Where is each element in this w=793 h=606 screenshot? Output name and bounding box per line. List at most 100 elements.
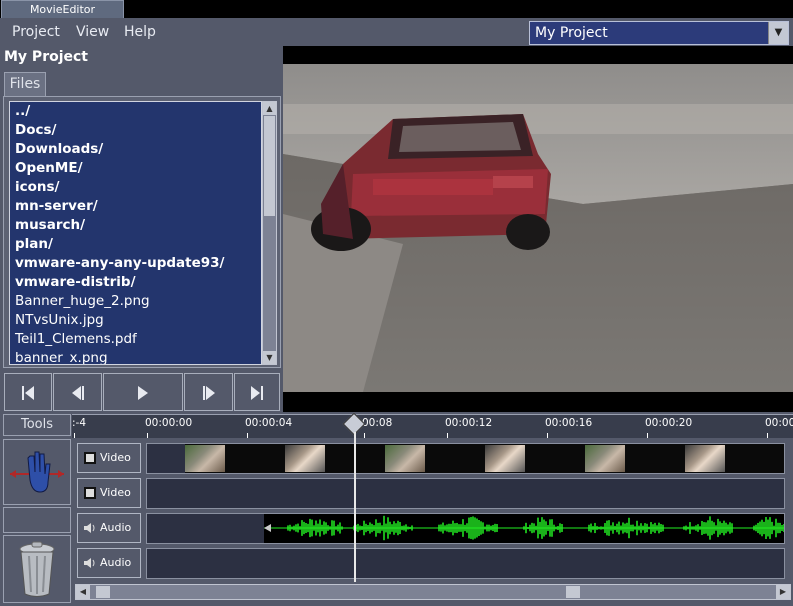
project-selector[interactable]: My Project ▼ xyxy=(529,21,789,45)
ruler-tick xyxy=(247,433,248,438)
video-clip[interactable] xyxy=(185,444,784,473)
folder-item[interactable]: mn-server/ xyxy=(10,197,261,216)
skip-to-start-button[interactable] xyxy=(4,373,52,411)
menu-view[interactable]: View xyxy=(76,24,109,40)
track-video-2-button[interactable]: Video xyxy=(77,478,141,508)
timeline-ruler[interactable]: :-4 00:00:00 00:00:04 00:08 00:00:12 00:00:16… xyxy=(72,414,793,438)
scroll-right-icon[interactable]: ▶ xyxy=(776,585,790,599)
step-forward-icon xyxy=(202,386,215,400)
track-label: Video xyxy=(100,486,131,499)
playhead-line xyxy=(354,432,356,582)
track-label: Audio xyxy=(100,556,132,569)
film-icon xyxy=(84,452,96,464)
transport-controls xyxy=(0,370,283,412)
folder-item[interactable]: Downloads/ xyxy=(10,140,261,159)
ruler-tick-label: 00:00:2 xyxy=(765,417,793,429)
file-item[interactable]: NTvsUnix.jpg xyxy=(10,311,261,330)
tab-files[interactable]: Files xyxy=(4,72,46,96)
scroll-down-icon[interactable]: ▼ xyxy=(263,351,276,364)
trash-button[interactable] xyxy=(3,535,71,603)
tools-label: Tools xyxy=(3,414,71,436)
folder-item[interactable]: icons/ xyxy=(10,178,261,197)
audio-clip-waveform[interactable] xyxy=(264,514,785,543)
speaker-icon xyxy=(84,523,95,533)
ruler-tick-label: :-4 xyxy=(72,417,87,429)
file-list-scrollbar[interactable]: ▲ ▼ xyxy=(262,101,277,365)
clip-start-icon xyxy=(264,524,271,532)
track-audio-1-button[interactable]: Audio xyxy=(77,513,141,543)
scrollbar-thumb[interactable] xyxy=(566,586,580,598)
folder-item[interactable]: musarch/ xyxy=(10,216,261,235)
file-browser: ../Docs/Downloads/OpenME/icons/mn-server… xyxy=(3,96,281,368)
project-selector-value: My Project xyxy=(535,25,608,41)
track-label: Video xyxy=(100,451,131,464)
ruler-tick xyxy=(547,433,548,438)
skip-to-end-button[interactable] xyxy=(234,373,280,411)
folder-item[interactable]: vmware-any-any-update93/ xyxy=(10,254,261,273)
ruler-tick-label: 00:00:20 xyxy=(645,417,693,429)
video-thumbnail xyxy=(285,445,325,472)
track-label: Audio xyxy=(100,521,132,534)
ruler-tick xyxy=(647,433,648,438)
video-thumbnail xyxy=(585,445,625,472)
folder-item[interactable]: vmware-distrib/ xyxy=(10,273,261,292)
play-button[interactable] xyxy=(103,373,183,411)
race-car-image xyxy=(283,64,793,392)
scrollbar-thumb[interactable] xyxy=(96,586,110,598)
chevron-down-icon[interactable]: ▼ xyxy=(768,22,788,44)
film-icon xyxy=(84,487,96,499)
ruler-tick xyxy=(74,433,75,438)
play-icon xyxy=(138,386,148,400)
ruler-tick-label: 00:00:00 xyxy=(145,417,193,429)
folder-item[interactable]: ../ xyxy=(10,102,261,121)
track-video-1-button[interactable]: Video xyxy=(77,443,141,473)
step-forward-button[interactable] xyxy=(184,373,233,411)
step-back-icon xyxy=(71,386,84,400)
folder-item[interactable]: plan/ xyxy=(10,235,261,254)
title-bar: MovieEditor xyxy=(0,0,793,18)
video-thumbnail xyxy=(385,445,425,472)
ruler-tick-label: 00:00:16 xyxy=(545,417,593,429)
menu-help[interactable]: Help xyxy=(124,24,156,40)
ruler-tick xyxy=(147,433,148,438)
folder-item[interactable]: Docs/ xyxy=(10,121,261,140)
file-item[interactable]: Teil1_Clemens.pdf xyxy=(10,330,261,349)
scrollbar-thumb[interactable] xyxy=(264,116,275,216)
audio-track-1[interactable] xyxy=(146,513,785,544)
audio-track-2[interactable] xyxy=(146,548,785,579)
folder-item[interactable]: OpenME/ xyxy=(10,159,261,178)
ruler-tick xyxy=(447,433,448,438)
hand-tool-button[interactable] xyxy=(3,439,71,505)
video-frame xyxy=(283,64,793,392)
ruler-tick xyxy=(767,433,768,438)
trash-icon xyxy=(19,541,55,597)
ruler-tick-label: 00:08 xyxy=(362,417,393,429)
video-track-2[interactable] xyxy=(146,478,785,509)
hand-icon xyxy=(10,451,64,493)
speaker-icon xyxy=(84,558,95,568)
video-thumbnail xyxy=(485,445,525,472)
timeline-scrollbar[interactable]: ◀ ▶ xyxy=(75,584,791,600)
timeline-panel: Tools :-4 00:00:00 00:00:04 00:08 00:00:12 00… xyxy=(0,412,793,606)
video-preview xyxy=(283,46,793,412)
video-thumbnail xyxy=(185,445,225,472)
project-title: My Project xyxy=(4,49,88,65)
ruler-tick-label: 00:00:04 xyxy=(245,417,293,429)
video-track-1[interactable] xyxy=(146,443,785,474)
scroll-left-icon[interactable]: ◀ xyxy=(76,585,90,599)
step-back-button[interactable] xyxy=(53,373,102,411)
skip-end-icon xyxy=(251,386,263,400)
video-thumbnail xyxy=(685,445,725,472)
scroll-up-icon[interactable]: ▲ xyxy=(263,102,276,115)
file-list[interactable]: ../Docs/Downloads/OpenME/icons/mn-server… xyxy=(9,101,262,365)
tool-slot[interactable] xyxy=(3,507,71,533)
file-item[interactable]: banner_x.png xyxy=(10,349,261,364)
track-audio-2-button[interactable]: Audio xyxy=(77,548,141,578)
skip-start-icon xyxy=(22,386,34,400)
file-item[interactable]: Banner_huge_2.png xyxy=(10,292,261,311)
ruler-tick-label: 00:00:12 xyxy=(445,417,493,429)
ruler-tick xyxy=(364,433,365,438)
window-title: MovieEditor xyxy=(1,0,124,18)
menu-project[interactable]: Project xyxy=(12,24,60,40)
project-panel: My Project Files ../Docs/Downloads/OpenM… xyxy=(0,46,283,412)
